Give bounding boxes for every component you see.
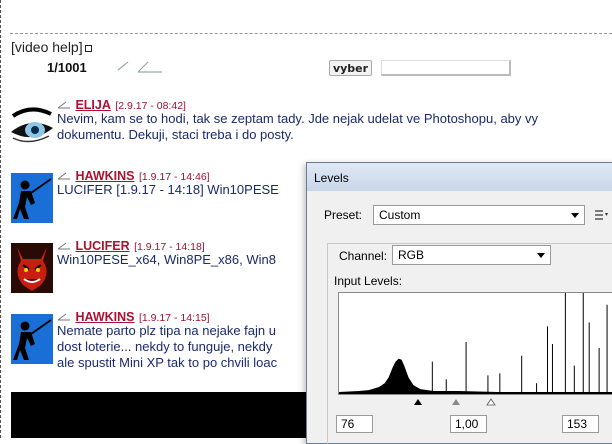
reply-arrow-icon[interactable] xyxy=(57,311,71,321)
post-line: dokumentu. Dekuji, staci treba i do post… xyxy=(57,127,294,142)
post-body: Win10PESE_x64, Win8PE_x86, Win8 xyxy=(57,252,276,268)
input-levels-slider[interactable] xyxy=(338,396,612,406)
preset-dropdown[interactable]: Custom xyxy=(373,205,585,225)
levels-dialog: Levels Preset: Custom Channel: RGB Input… xyxy=(306,162,612,444)
preset-options-icon[interactable] xyxy=(595,209,609,221)
top-divider xyxy=(10,0,612,34)
post-header: ELIJA [2.9.17 - 08:42] xyxy=(57,96,186,112)
nav-arrows-icon[interactable] xyxy=(116,58,166,74)
post-elija: ELIJA [2.9.17 - 08:42] Nevim, kam se to … xyxy=(11,96,612,152)
forum-title-text: [video help] xyxy=(11,39,83,55)
histogram xyxy=(338,292,612,395)
input-black-field[interactable]: 76 xyxy=(336,415,373,433)
post-header: HAWKINS [1.9.17 - 14:46] xyxy=(57,167,210,183)
post-line: Nemate parto plz tipa na nejake fajn u xyxy=(57,323,276,338)
white-point-handle[interactable] xyxy=(486,398,496,406)
levels-title-bar[interactable]: Levels xyxy=(307,163,612,191)
input-gamma-field[interactable]: 1,00 xyxy=(450,415,487,433)
post-line: Nevim, kam se to hodi, tak se zeptam tad… xyxy=(57,111,539,126)
post-header: HAWKINS [1.9.17 - 14:15] xyxy=(57,308,210,324)
preset-value: Custom xyxy=(379,208,421,222)
channel-value: RGB xyxy=(398,248,425,262)
channel-dropdown[interactable]: RGB xyxy=(392,245,551,265)
fencer-icon xyxy=(11,314,53,364)
vyber-input[interactable] xyxy=(381,60,511,76)
channel-label: Channel: xyxy=(339,249,392,263)
post-header: LUCIFER [1.9.17 - 14:18] xyxy=(57,237,205,253)
chevron-down-icon xyxy=(571,213,579,218)
post-author[interactable]: ELIJA xyxy=(75,98,110,112)
devil-icon xyxy=(11,243,53,293)
input-levels-label: Input Levels: xyxy=(334,274,403,288)
post-line: Win10PESE_x64, Win8PE_x86, Win8 xyxy=(57,252,276,267)
square-icon xyxy=(84,44,92,52)
post-line: ale spustit Mini XP tak to po chvili loa… xyxy=(57,355,278,370)
post-line: dost loterie... nekdy to funguje, nekdy xyxy=(57,339,273,354)
black-banner xyxy=(11,392,311,438)
post-body: Nemate parto plz tipa na nejake fajn u d… xyxy=(57,323,277,371)
post-author[interactable]: HAWKINS xyxy=(75,169,134,183)
input-white-field[interactable]: 153 xyxy=(562,415,599,433)
post-author[interactable]: LUCIFER xyxy=(75,239,129,253)
fencer-icon xyxy=(11,173,53,223)
eye-icon xyxy=(11,102,53,152)
post-author[interactable]: HAWKINS xyxy=(75,310,134,324)
page-count: 1/1001 xyxy=(47,60,87,75)
post-line: LUCIFER [1.9.17 - 14:18] Win10PESE xyxy=(57,182,279,197)
reply-arrow-icon[interactable] xyxy=(57,170,71,180)
vyber-button[interactable]: vyber xyxy=(329,60,372,76)
preset-label: Preset: xyxy=(324,208,363,222)
reply-arrow-icon[interactable] xyxy=(57,99,71,109)
forum-title: [video help] xyxy=(11,39,92,55)
post-body: LUCIFER [1.9.17 - 14:18] Win10PESE xyxy=(57,182,279,198)
black-point-handle[interactable] xyxy=(414,399,422,405)
reply-arrow-icon[interactable] xyxy=(57,240,71,250)
gamma-handle[interactable] xyxy=(452,399,460,405)
chevron-down-icon xyxy=(537,253,545,258)
post-body: Nevim, kam se to hodi, tak se zeptam tad… xyxy=(57,111,538,143)
